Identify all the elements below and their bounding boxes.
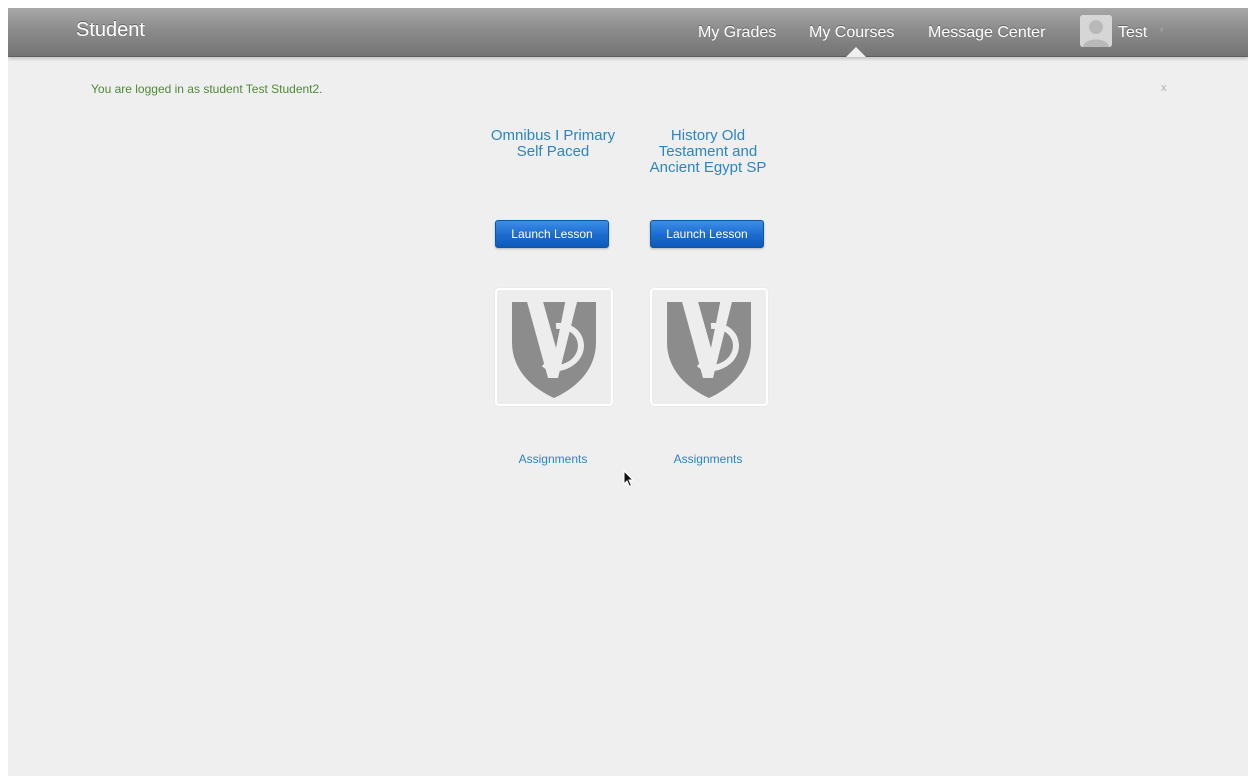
shield-logo-icon: [667, 298, 751, 398]
nav-message-center[interactable]: Message Center: [928, 24, 1045, 42]
course-title[interactable]: Omnibus I Primary Self Paced: [483, 128, 623, 188]
nav-my-courses[interactable]: My Courses: [809, 24, 894, 42]
brand-title[interactable]: Student: [76, 19, 145, 42]
course-card: History Old Testament and Ancient Egypt …: [638, 128, 778, 466]
nav-my-grades[interactable]: My Grades: [698, 24, 776, 42]
course-logo[interactable]: [650, 288, 768, 406]
login-notice: You are logged in as student Test Studen…: [91, 82, 323, 96]
assignments-link[interactable]: Assignments: [483, 452, 623, 466]
shield-logo-icon: [512, 298, 596, 398]
course-card: Omnibus I Primary Self Paced Launch Less…: [483, 128, 623, 467]
avatar: [1080, 15, 1112, 47]
course-title[interactable]: History Old Testament and Ancient Egypt …: [638, 128, 778, 188]
active-nav-indicator: [846, 47, 866, 57]
top-navbar: Student My Grades My Courses Message Cen…: [8, 8, 1248, 57]
close-icon[interactable]: x: [1161, 82, 1167, 94]
app-window: Student My Grades My Courses Message Cen…: [8, 8, 1248, 776]
assignments-link[interactable]: Assignments: [638, 452, 778, 466]
launch-lesson-button[interactable]: Launch Lesson: [495, 220, 609, 248]
course-logo[interactable]: [495, 288, 613, 406]
chevron-down-icon: ▾: [1159, 25, 1165, 36]
launch-lesson-button[interactable]: Launch Lesson: [650, 220, 764, 248]
mouse-cursor-icon: [623, 470, 635, 488]
user-name: Test: [1118, 24, 1148, 41]
